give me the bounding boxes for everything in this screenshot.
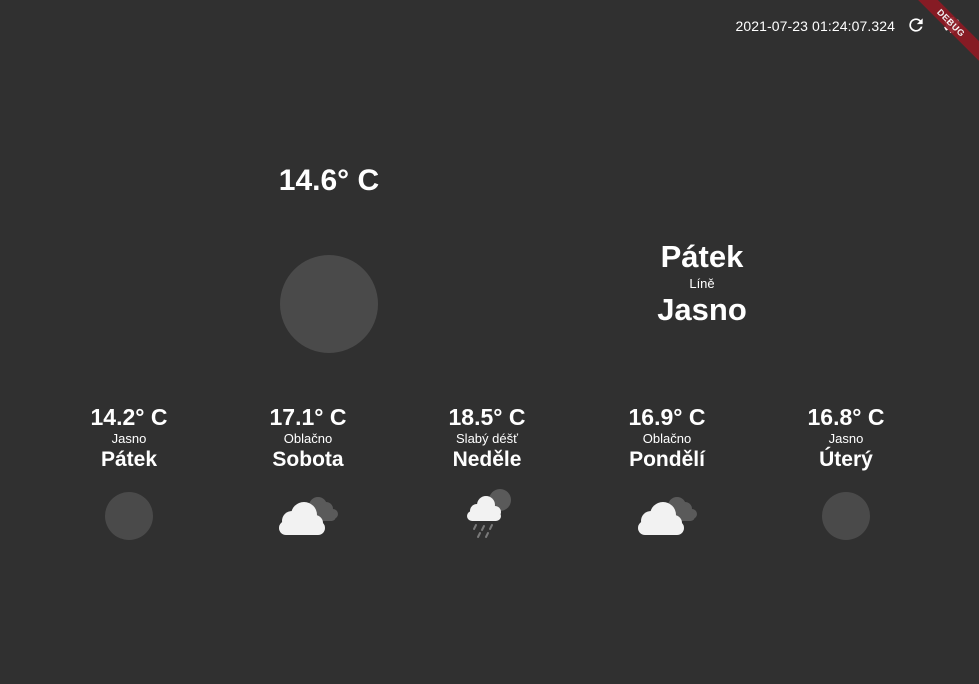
- cloudy-icon: [627, 488, 707, 544]
- forecast-temperature: 16.9° C: [628, 404, 706, 430]
- current-city: Líně: [689, 276, 715, 291]
- forecast-day-name: Pondělí: [629, 448, 705, 471]
- clear-night-icon: [89, 488, 169, 544]
- forecast-description: Oblačno: [642, 431, 692, 446]
- refresh-icon: [906, 15, 926, 40]
- forecast-day: 16.8° C Jasno Úterý: [766, 402, 926, 544]
- last-update-timestamp: 2021-07-23 01:24:07.324: [735, 18, 895, 34]
- clear-night-icon: [806, 488, 886, 544]
- forecast-list: 14.2° C Jasno Pátek 17.1° C Oblačno Sobo…: [0, 402, 979, 562]
- forecast-description: Oblačno: [283, 431, 333, 446]
- refresh-button[interactable]: [903, 14, 929, 40]
- forecast-temperature: 16.8° C: [807, 404, 885, 430]
- current-temperature: 14.6° C: [278, 164, 380, 197]
- forecast-description: Jasno: [828, 431, 864, 446]
- settings-button[interactable]: [939, 14, 965, 40]
- current-description: Jasno: [657, 292, 747, 327]
- forecast-day-name: Neděle: [452, 448, 522, 471]
- current-day: Pátek: [660, 239, 744, 274]
- forecast-day: 16.9° C Oblačno Pondělí: [587, 402, 747, 544]
- forecast-day-name: Sobota: [272, 448, 344, 471]
- clear-night-icon: [280, 255, 378, 353]
- cloudy-icon: [268, 488, 348, 544]
- forecast-day-name: Úterý: [819, 448, 873, 471]
- forecast-description: Jasno: [111, 431, 147, 446]
- forecast-description: Slabý déšť: [456, 431, 518, 446]
- forecast-temperature: 18.5° C: [448, 404, 526, 430]
- weather-app: 2021-07-23 01:24:07.324 DEBUG 14.6° C Pá…: [0, 0, 979, 684]
- light-rain-icon: [447, 488, 527, 544]
- gear-icon: [942, 15, 962, 40]
- forecast-day: 14.2° C Jasno Pátek: [49, 402, 209, 544]
- current-conditions: Pátek Líně Jasno: [602, 238, 802, 328]
- forecast-day: 18.5° C Slabý déšť Neděle: [407, 402, 567, 544]
- forecast-temperature: 14.2° C: [90, 404, 168, 430]
- forecast-temperature: 17.1° C: [269, 404, 347, 430]
- forecast-day: 17.1° C Oblačno Sobota: [228, 402, 388, 544]
- forecast-day-name: Pátek: [100, 448, 158, 471]
